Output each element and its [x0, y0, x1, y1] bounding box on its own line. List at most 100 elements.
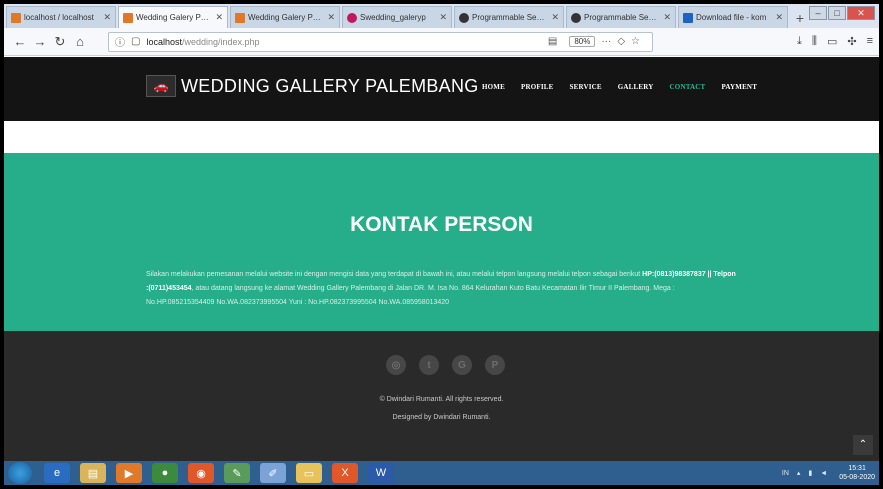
sidebar-icon[interactable]: ▭	[827, 35, 837, 48]
close-tab-icon[interactable]: ✕	[103, 12, 111, 23]
xampp-icon[interactable]: X	[332, 463, 358, 483]
brand-name: WEDDING GALLERY PALEMBANG	[181, 75, 479, 96]
clock[interactable]: 15:31 05-08-2020	[839, 464, 875, 482]
clock-date: 05-08-2020	[839, 474, 875, 481]
notepad-icon[interactable]: ✎	[224, 463, 250, 483]
back-icon[interactable]: ←	[10, 32, 30, 52]
firefox-icon[interactable]: ◉	[188, 463, 214, 483]
spacer	[4, 121, 879, 153]
new-tab-icon[interactable]: +	[790, 8, 810, 28]
url-host: localhost	[146, 36, 182, 47]
browser-tab[interactable]: localhost / localhost ✕	[6, 6, 116, 28]
forward-icon[interactable]: →	[30, 32, 50, 52]
info-icon[interactable]: ⓘ	[115, 34, 125, 49]
network-icon[interactable]: ▮	[808, 469, 812, 477]
close-tab-icon[interactable]: ✕	[215, 12, 223, 23]
tab-label: Download file - kom	[696, 13, 767, 22]
tab-favicon-icon	[683, 12, 693, 23]
close-tab-icon[interactable]: ✕	[327, 12, 335, 23]
tab-label: Swedding_galeryp	[360, 13, 426, 22]
page-actions-icon[interactable]: ···	[601, 36, 611, 47]
menu-item-profile[interactable]: PROFILE	[521, 83, 554, 91]
tab-favicon-icon	[347, 12, 357, 23]
file-explorer-icon[interactable]: ▤	[80, 463, 106, 483]
tray-arrow-icon[interactable]: ▴	[797, 469, 801, 477]
designed-by-text: Designed by Dwindari Rumanti.	[392, 414, 491, 421]
library-icon[interactable]: ⫼	[812, 35, 817, 48]
window-controls: – □ ✕	[808, 6, 875, 20]
tab-label: Wedding Galery Palembang	[136, 13, 212, 22]
close-tab-icon[interactable]: ✕	[775, 12, 783, 23]
paint-icon[interactable]: ✐	[260, 463, 286, 483]
browser-tab-active[interactable]: Wedding Galery Palembang ✕	[118, 6, 228, 28]
folder-icon[interactable]: ▭	[296, 463, 322, 483]
language-indicator[interactable]: IN	[782, 470, 789, 477]
close-window-icon[interactable]: ✕	[847, 6, 875, 20]
menu-icon[interactable]: ≡	[867, 35, 873, 48]
browser-tab[interactable]: Programmable Search ✕	[454, 6, 564, 28]
tab-favicon-icon	[235, 12, 245, 23]
reader-view-icon[interactable]: ▤	[548, 36, 557, 47]
minimize-icon[interactable]: –	[809, 6, 827, 20]
tab-label: Programmable Search	[584, 13, 661, 22]
contact-section: KONTAK PERSON Silakan melakukan pemesana…	[4, 153, 879, 331]
browser-nav-bar: ← → ↻ ⌂ ⓘ ▢ localhost/wedding/index.php …	[4, 28, 879, 56]
instagram-icon[interactable]: ◎	[386, 355, 406, 375]
address-bar[interactable]: ⓘ ▢ localhost/wedding/index.php ▤ 80% ··…	[108, 31, 653, 52]
ie-icon[interactable]: e	[44, 463, 70, 483]
contact-text: Silakan melakukan pemesanan melalui webs…	[146, 268, 738, 310]
tab-label: localhost / localhost	[24, 13, 94, 22]
close-tab-icon[interactable]: ✕	[551, 12, 559, 23]
site-footer: ◎ t G P © Dwindari Rumanti. All rights r…	[4, 331, 879, 461]
site-header: 🚗 WEDDING GALLERY PALEMBANG HOME PROFILE…	[4, 57, 879, 121]
main-menu: HOME PROFILE SERVICE GALLERY CONTACT PAY…	[482, 83, 773, 91]
browser-tab-strip: localhost / localhost ✕ Wedding Galery P…	[4, 4, 879, 28]
chrome-icon[interactable]: ●	[152, 463, 178, 483]
copyright-text: © Dwindari Rumanti. All rights reserved.	[379, 396, 504, 403]
browser-tab[interactable]: Wedding Galery Palembang ✕	[230, 6, 340, 28]
downloads-icon[interactable]: ⤓	[797, 35, 802, 48]
google-plus-icon[interactable]: G	[452, 355, 472, 375]
reload-icon[interactable]: ↻	[50, 32, 70, 52]
screen: localhost / localhost ✕ Wedding Galery P…	[4, 4, 879, 485]
contact-text-address: , atau datang langsung ke alamat Wedding…	[146, 285, 675, 306]
tab-favicon-icon	[123, 12, 133, 23]
start-button[interactable]	[8, 462, 32, 484]
extension-icon[interactable]: ✣	[847, 35, 856, 48]
menu-item-home[interactable]: HOME	[482, 83, 505, 91]
car-logo-icon: 🚗	[146, 75, 176, 97]
brand[interactable]: 🚗 WEDDING GALLERY PALEMBANG	[146, 75, 479, 97]
tab-favicon-icon	[571, 12, 581, 23]
close-tab-icon[interactable]: ✕	[663, 12, 671, 23]
maximize-icon[interactable]: □	[828, 6, 846, 20]
windows-taskbar: e ▤ ▶ ● ◉ ✎ ✐ ▭ X W IN ▴ ▮ ◄ 15:31 05-08…	[4, 461, 879, 485]
bookmark-star-icon[interactable]: ☆	[631, 36, 640, 47]
tab-favicon-icon	[11, 12, 21, 23]
url-path: /wedding/index.php	[181, 36, 260, 47]
menu-item-gallery[interactable]: GALLERY	[618, 83, 654, 91]
system-tray: IN ▴ ▮ ◄ 15:31 05-08-2020	[774, 464, 875, 482]
menu-item-contact[interactable]: CONTACT	[670, 83, 706, 91]
tab-label: Programmable Search	[472, 13, 549, 22]
menu-item-service[interactable]: SERVICE	[569, 83, 601, 91]
tab-favicon-icon	[459, 12, 469, 23]
twitter-icon[interactable]: t	[419, 355, 439, 375]
contact-title: KONTAK PERSON	[350, 213, 533, 236]
menu-item-payment[interactable]: PAYMENT	[721, 83, 757, 91]
scroll-to-top-icon[interactable]: ⌃	[853, 435, 873, 455]
tab-label: Wedding Galery Palembang	[248, 13, 324, 22]
browser-tab[interactable]: Download file - kom ✕	[678, 6, 788, 28]
browser-tab[interactable]: Programmable Search ✕	[566, 6, 676, 28]
home-icon[interactable]: ⌂	[70, 32, 90, 52]
page-icon: ▢	[131, 36, 141, 47]
volume-icon[interactable]: ◄	[820, 470, 827, 477]
contact-text-intro: Silakan melakukan pemesanan melalui webs…	[146, 271, 641, 278]
media-player-icon[interactable]: ▶	[116, 463, 142, 483]
social-links: ◎ t G P	[386, 355, 518, 375]
close-tab-icon[interactable]: ✕	[439, 12, 447, 23]
zoom-level[interactable]: 80%	[569, 36, 596, 47]
pinterest-icon[interactable]: P	[485, 355, 505, 375]
pocket-icon[interactable]: ◇	[617, 36, 625, 47]
browser-tab[interactable]: Swedding_galeryp ✕	[342, 6, 452, 28]
word-icon[interactable]: W	[368, 463, 394, 483]
